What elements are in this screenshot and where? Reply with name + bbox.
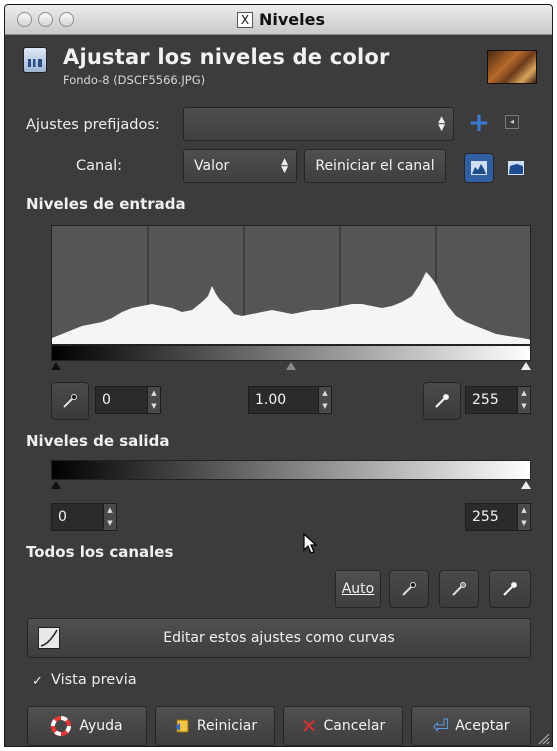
input-levels-gradient [51,345,531,361]
spin-arrows-icon[interactable]: ▲ ▼ [147,387,160,413]
image-name: Fondo-8 (DSCF5566.JPG) [63,73,206,87]
input-black-spinbutton[interactable]: 0 ▲ ▼ [95,386,161,414]
cancel-label: Cancelar [323,718,386,734]
histogram-plot [52,226,530,344]
reset-icon [174,719,189,733]
levels-icon [23,47,47,73]
output-white-handle[interactable] [521,481,531,489]
ok-label: Aceptar [455,718,510,734]
help-label: Ayuda [79,718,123,734]
edit-as-curves-button[interactable]: Editar estos ajustes como curvas [27,618,531,658]
reset-label: Reiniciar [196,718,258,734]
resize-grip-glyph [538,733,550,745]
image-thumbnail [487,50,537,84]
input-gamma-value: 1.00 [255,392,287,408]
pick-black-all-button[interactable] [389,570,429,608]
title-bar[interactable]: X Niveles [5,5,552,35]
log-histogram-icon [508,161,524,175]
input-white-value: 255 [472,392,499,408]
input-levels-heading: Niveles de entrada [26,195,186,213]
input-gamma-handle[interactable] [286,362,296,370]
preset-menu-icon[interactable]: ◂ [505,115,519,129]
spin-arrows-icon[interactable]: ▲ ▼ [517,387,530,413]
pick-black-point-button[interactable] [51,382,89,420]
window-title-text: Niveles [259,10,326,29]
input-white-spinbutton[interactable]: 255 ▲ ▼ [465,386,531,414]
add-preset-icon[interactable]: + [467,109,491,137]
mouse-pointer-icon [303,533,318,554]
combo-arrows-icon: ▲ ▼ [281,157,288,175]
close-window-button[interactable] [17,12,32,27]
spin-arrows-icon[interactable]: ▲ ▼ [517,504,530,530]
resize-grip-icon[interactable] [536,730,550,745]
presets-combo[interactable]: ▲ ▼ [183,107,454,141]
output-levels-heading: Niveles de salida [26,432,170,450]
eyedropper-gray-icon [452,582,466,596]
input-white-handle[interactable] [521,362,531,370]
lifebuoy-icon [51,716,72,736]
levels-dialog: X Niveles Ajustar los niveles de color F… [4,4,553,747]
output-black-spinbutton[interactable]: 0 ▲ ▼ [51,503,117,531]
histogram-area [52,272,530,344]
input-gamma-spinbutton[interactable]: 1.00 ▲ ▼ [248,386,332,414]
minimize-window-button[interactable] [38,12,53,27]
preview-label[interactable]: Vista previa [51,672,137,688]
dialog-heading: Ajustar los niveles de color [63,45,390,69]
histogram [51,225,531,345]
output-black-value: 0 [58,509,67,525]
presets-label: Ajustes prefijados: [26,117,160,133]
channel-combo[interactable]: Valor ▲ ▼ [183,149,297,183]
output-white-spinbutton[interactable]: 255 ▲ ▼ [465,503,531,531]
ok-button[interactable]: ⏎ Aceptar [411,706,531,746]
help-button[interactable]: Ayuda [27,706,147,746]
output-black-handle[interactable] [51,481,61,489]
output-levels-gradient [51,460,531,480]
eyedropper-white-icon [435,394,449,408]
combo-arrows-icon: ▲ ▼ [438,115,445,133]
x11-icon: X [237,11,253,28]
log-histogram-button[interactable] [501,153,531,183]
eyedropper-white-icon [503,582,517,596]
channel-label: Canal: [76,158,122,174]
spin-arrows-icon[interactable]: ▲ ▼ [103,504,116,530]
reset-channel-button[interactable]: Reiniciar el canal [304,149,446,183]
output-white-value: 255 [472,509,499,525]
window-title: X Niveles [237,10,325,29]
enter-arrow-icon: ⏎ [432,714,450,738]
pick-white-point-button[interactable] [423,382,461,420]
preview-checkbox[interactable]: ✓ [32,675,46,689]
spin-arrows-icon[interactable]: ▲ ▼ [318,387,331,413]
curves-glyph [40,629,58,647]
all-channels-heading: Todos los canales [26,543,174,561]
reset-button[interactable]: Reiniciar [155,706,275,746]
pick-white-all-button[interactable] [489,570,531,608]
channel-value: Valor [194,158,230,174]
cancel-button[interactable]: ✕ Cancelar [283,706,403,746]
linear-histogram-button[interactable] [464,153,494,183]
maximize-window-button[interactable] [59,12,74,27]
auto-button[interactable]: Auto [335,570,381,608]
eyedropper-black-icon [402,582,416,596]
linear-histogram-icon [471,161,487,175]
eyedropper-black-icon [63,394,77,408]
curves-icon [38,627,60,649]
cancel-x-icon: ✕ [300,714,318,738]
edit-as-curves-label: Editar estos ajustes como curvas [163,630,395,646]
pick-gray-all-button[interactable] [439,570,479,608]
input-black-value: 0 [102,392,111,408]
input-black-handle[interactable] [51,362,61,370]
